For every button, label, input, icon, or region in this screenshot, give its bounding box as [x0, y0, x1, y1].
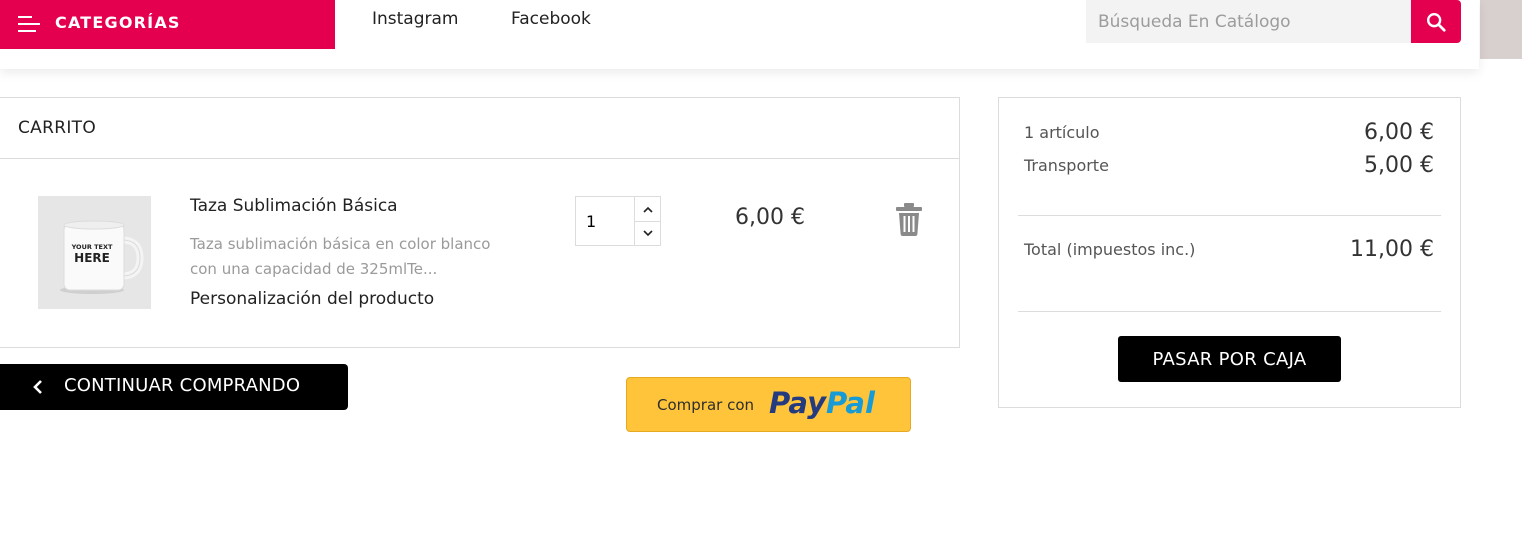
- quantity-input[interactable]: [576, 197, 634, 245]
- paypal-logo-pal: Pal: [825, 386, 875, 420]
- product-name-link[interactable]: Taza Sublimación Básica: [190, 196, 398, 216]
- shipping-label: Transporte: [1024, 156, 1109, 175]
- total-value: 11,00 €: [1350, 237, 1434, 262]
- shipping-value: 5,00 €: [1364, 153, 1434, 178]
- menu-icon: [18, 16, 40, 32]
- order-summary: 1 artículo 6,00 € Transporte 5,00 € Tota…: [998, 97, 1461, 408]
- paypal-checkout-button[interactable]: Comprar con PayPal: [626, 377, 911, 432]
- description-line: con una capacidad de 325mlTe...: [190, 260, 438, 278]
- description-line: Taza sublimación básica en color blanco: [190, 235, 491, 253]
- quantity-increase-button[interactable]: [635, 197, 661, 222]
- line-item-price: 6,00 €: [735, 205, 805, 230]
- paypal-button-text: Comprar con: [657, 396, 755, 414]
- items-count-label: 1 artículo: [1024, 123, 1100, 142]
- top-bar: CATEGORÍAS Instagram Facebook: [0, 0, 1479, 69]
- quantity-buttons: [634, 197, 661, 245]
- remove-item-button[interactable]: [893, 201, 925, 237]
- quantity-decrease-button[interactable]: [635, 221, 661, 245]
- continue-shopping-button[interactable]: CONTINUAR COMPRANDO: [0, 364, 348, 410]
- nav-link-instagram[interactable]: Instagram: [372, 9, 459, 29]
- trash-icon: [896, 203, 922, 236]
- search-input[interactable]: [1086, 0, 1411, 43]
- search-button[interactable]: [1411, 0, 1461, 43]
- mug-text-line-1: YOUR TEXT: [71, 243, 113, 251]
- paypal-logo: PayPal: [769, 386, 875, 420]
- checkout-button[interactable]: PASAR POR CAJA: [1118, 336, 1341, 382]
- chevron-left-icon: [33, 380, 42, 394]
- chevron-down-icon: [643, 229, 653, 236]
- corner-panel: [1480, 0, 1522, 59]
- product-image[interactable]: YOUR TEXT HERE: [38, 196, 151, 309]
- cart-divider: [0, 158, 959, 159]
- chevron-up-icon: [643, 206, 653, 213]
- product-description: Taza sublimación básica en color blanco …: [190, 232, 550, 282]
- mug-illustration: YOUR TEXT HERE: [38, 196, 151, 309]
- cart-title: CARRITO: [18, 118, 97, 138]
- categories-label: CATEGORÍAS: [55, 13, 181, 32]
- paypal-logo-pay: Pay: [769, 386, 826, 420]
- search-icon: [1427, 12, 1446, 32]
- nav-link-facebook[interactable]: Facebook: [511, 9, 591, 29]
- items-subtotal: 6,00 €: [1364, 120, 1434, 145]
- continue-shopping-label: CONTINUAR COMPRANDO: [64, 375, 301, 396]
- summary-divider: [1018, 215, 1441, 216]
- total-label: Total (impuestos inc.): [1024, 240, 1196, 259]
- summary-divider: [1018, 311, 1441, 312]
- product-customization-link[interactable]: Personalización del producto: [190, 289, 434, 309]
- mug-text-line-2: HERE: [74, 251, 110, 265]
- cart-panel: CARRITO YOUR TEXT HERE Taza Sublimación …: [0, 97, 960, 348]
- categories-menu-button[interactable]: CATEGORÍAS: [0, 0, 335, 49]
- quantity-stepper: [575, 196, 661, 246]
